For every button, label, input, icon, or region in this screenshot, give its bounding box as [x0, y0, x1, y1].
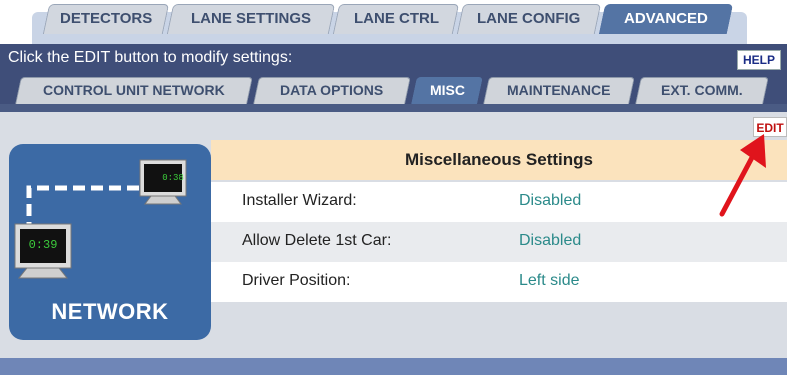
- driver-position-label: Driver Position:: [242, 272, 351, 289]
- subtab-data-options[interactable]: DATA OPTIONS: [253, 77, 411, 104]
- tab-advanced-label: ADVANCED: [624, 10, 708, 27]
- monitor-2-time: 0:38: [162, 173, 184, 183]
- monitor-1-icon: 0:39: [14, 223, 72, 279]
- network-label: NETWORK: [51, 299, 169, 324]
- monitor-2-icon: 0:38: [139, 159, 187, 205]
- settings-row: Driver Position: Left side: [211, 262, 787, 302]
- subtab-control-unit-network-label: CONTROL UNIT NETWORK: [43, 82, 225, 98]
- tab-lane-ctrl[interactable]: LANE CTRL: [332, 4, 460, 34]
- misc-settings-panel: Miscellaneous Settings Installer Wizard:…: [211, 140, 787, 302]
- network-panel: 0:38 0:39 NETWORK: [9, 144, 211, 340]
- help-button[interactable]: HELP: [736, 50, 781, 70]
- subtab-ext-comm-label: EXT. COMM.: [661, 82, 743, 98]
- settings-row: Allow Delete 1st Car: Disabled: [211, 222, 787, 262]
- tab-lane-config-label: LANE CONFIG: [477, 10, 581, 27]
- settings-row: Installer Wizard: Disabled: [211, 182, 787, 222]
- installer-wizard-value: Disabled: [519, 192, 582, 209]
- content-top-strip: [0, 104, 787, 112]
- subtab-misc[interactable]: MISC: [411, 77, 483, 104]
- sub-tab-bar: CONTROL UNIT NETWORK DATA OPTIONS MISC M…: [0, 74, 787, 104]
- tab-lane-settings[interactable]: LANE SETTINGS: [166, 4, 336, 34]
- installer-wizard-label: Installer Wizard:: [242, 192, 357, 209]
- main-tab-bar: DETECTORS LANE SETTINGS LANE CTRL LANE C…: [0, 0, 787, 44]
- allow-delete-label: Allow Delete 1st Car:: [242, 232, 392, 249]
- bottom-bar: [0, 358, 787, 375]
- monitor-1-time: 0:39: [29, 238, 58, 252]
- subtab-ext-comm[interactable]: EXT. COMM.: [635, 77, 769, 104]
- subtab-control-unit-network[interactable]: CONTROL UNIT NETWORK: [15, 77, 253, 104]
- driver-position-value: Left side: [519, 272, 580, 289]
- annotation-arrow-icon: [719, 134, 766, 217]
- tab-lane-ctrl-label: LANE CTRL: [353, 10, 439, 27]
- subtab-misc-label: MISC: [429, 82, 465, 98]
- instruction-bar: Click the EDIT button to modify settings…: [0, 44, 787, 74]
- tab-advanced[interactable]: ADVANCED: [598, 4, 734, 34]
- tab-lane-settings-label: LANE SETTINGS: [190, 10, 311, 27]
- subtab-data-options-label: DATA OPTIONS: [280, 82, 384, 98]
- allow-delete-value: Disabled: [519, 232, 582, 249]
- tab-lane-config[interactable]: LANE CONFIG: [456, 4, 602, 34]
- subtab-maintenance-label: MAINTENANCE: [507, 82, 611, 98]
- settings-title: Miscellaneous Settings: [211, 140, 787, 180]
- subtab-maintenance[interactable]: MAINTENANCE: [483, 77, 635, 104]
- network-illustration: 0:38 0:39: [14, 159, 187, 279]
- tab-detectors-label: DETECTORS: [59, 10, 153, 27]
- instruction-text: Click the EDIT button to modify settings…: [8, 49, 293, 66]
- tab-detectors[interactable]: DETECTORS: [42, 4, 170, 34]
